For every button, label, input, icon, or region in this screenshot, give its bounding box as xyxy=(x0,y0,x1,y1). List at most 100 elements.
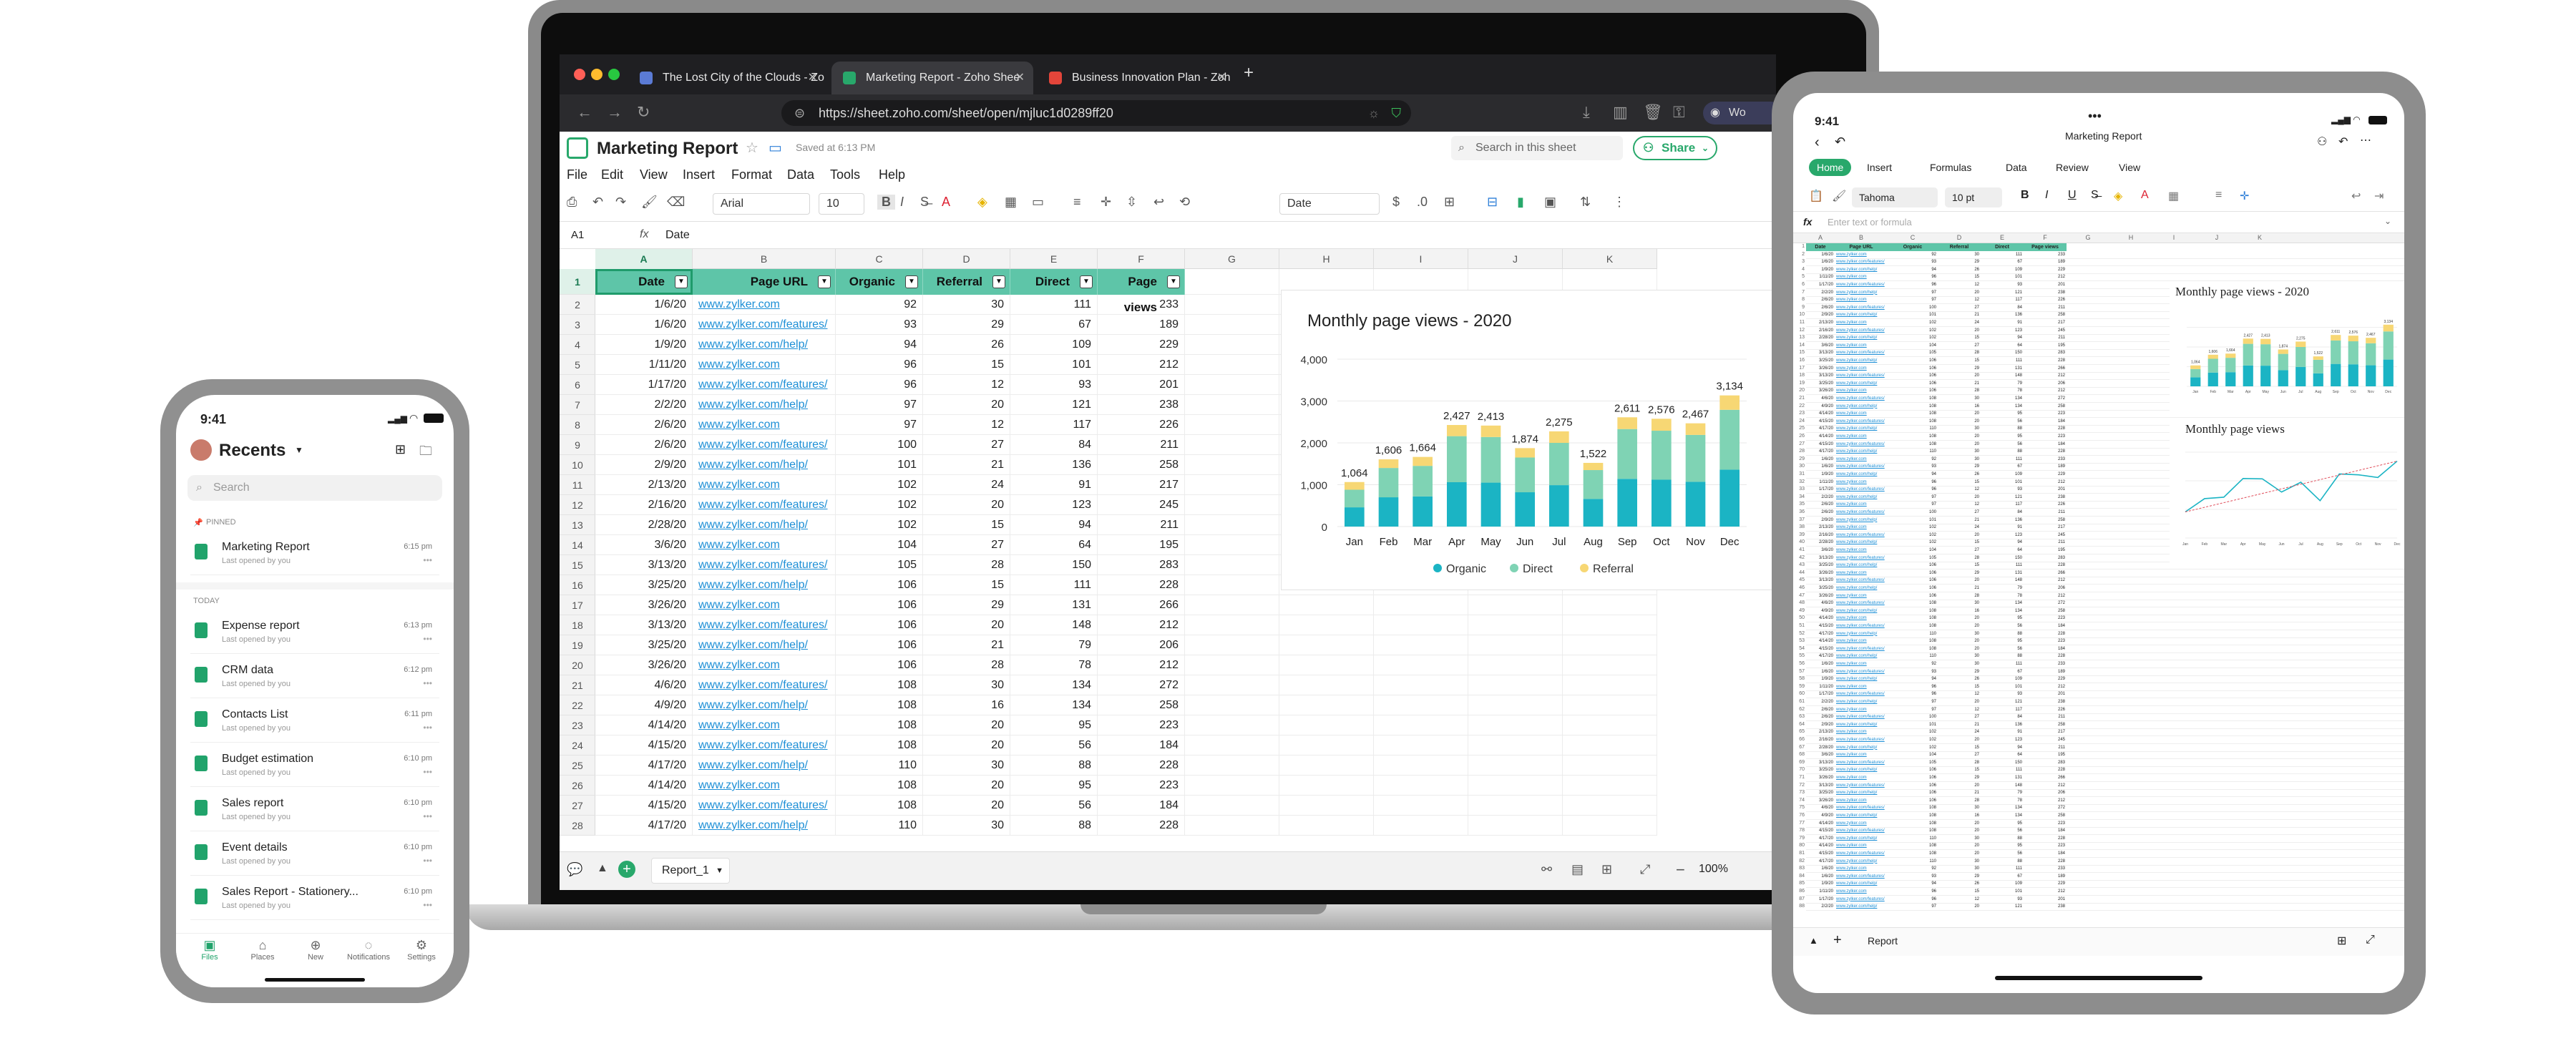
table-cell[interactable]: 4/15/20 xyxy=(1806,645,1835,653)
empty-cell[interactable] xyxy=(1185,595,1279,615)
empty-cell[interactable] xyxy=(1374,816,1468,836)
url-link-cell[interactable]: www.zylker.com xyxy=(1835,660,1888,668)
empty-cell[interactable] xyxy=(1468,675,1563,695)
new-tab-icon[interactable]: + xyxy=(1244,63,1254,83)
table-cell[interactable]: 20 xyxy=(1938,820,1981,828)
table-cell[interactable]: 30 xyxy=(1938,630,1981,638)
bar-segment-referral[interactable] xyxy=(1549,431,1569,443)
bar-segment-organic[interactable] xyxy=(1345,507,1365,527)
table-cell[interactable]: 212 xyxy=(2024,577,2067,585)
empty-cell[interactable] xyxy=(1185,375,1279,395)
table-cell[interactable]: 228 xyxy=(2024,357,2067,365)
table-cell[interactable]: 108 xyxy=(1888,842,1938,850)
currency-icon[interactable]: $ xyxy=(1392,195,1400,210)
table-cell[interactable]: 16 xyxy=(1938,812,1981,820)
table-cell[interactable]: 105 xyxy=(1888,554,1938,562)
table-cell[interactable]: 96 xyxy=(1888,486,1938,494)
empty-cell[interactable] xyxy=(1279,816,1374,836)
filter-dropdown-icon[interactable]: ▼ xyxy=(1167,275,1180,288)
table-cell[interactable]: 2/16/20 xyxy=(1806,736,1835,744)
table-cell[interactable]: 3/25/20 xyxy=(1806,357,1835,365)
paste-icon[interactable]: 📋 xyxy=(1809,189,1823,203)
filter-dropdown-icon[interactable]: ▼ xyxy=(992,275,1005,288)
table-cell[interactable]: 110 xyxy=(1888,652,1938,660)
table-cell[interactable]: 245 xyxy=(1098,495,1185,515)
table-cell[interactable]: 102 xyxy=(1888,334,1938,342)
table-cell[interactable]: 97 xyxy=(1888,296,1938,304)
table-cell[interactable]: 88 xyxy=(1010,816,1098,836)
table-cell[interactable]: 20 xyxy=(1938,433,1981,441)
table-cell[interactable]: 4/14/20 xyxy=(1806,637,1835,645)
redo-icon[interactable]: ↷ xyxy=(615,195,626,210)
row-header[interactable]: 38 xyxy=(1793,524,1805,532)
empty-cell[interactable] xyxy=(1185,535,1279,555)
bar-segment-referral[interactable] xyxy=(2225,353,2236,358)
table-cell[interactable]: 29 xyxy=(1938,668,1981,676)
row-header[interactable]: 81 xyxy=(1793,850,1805,858)
table-cell[interactable]: 206 xyxy=(1098,635,1185,655)
tablet-doc-title[interactable]: Marketing Report xyxy=(2065,130,2142,142)
row-header[interactable]: 76 xyxy=(1793,812,1805,820)
table-cell[interactable]: 272 xyxy=(1098,675,1185,695)
table-cell[interactable]: 28 xyxy=(1938,554,1981,562)
table-cell[interactable]: 102 xyxy=(1888,524,1938,532)
table-cell[interactable]: 2/6/20 xyxy=(1806,509,1835,517)
bar-segment-direct[interactable] xyxy=(1480,436,1501,483)
url-link-cell[interactable]: www.zylker.com/features/ xyxy=(1835,395,1888,403)
table-cell[interactable]: 4/17/20 xyxy=(1806,835,1835,843)
bar-segment-direct[interactable] xyxy=(2348,341,2358,365)
row-header[interactable]: 37 xyxy=(1793,517,1805,524)
bar-segment-organic[interactable] xyxy=(2225,372,2236,386)
table-cell[interactable]: 111 xyxy=(1010,575,1098,595)
url-link-cell[interactable]: www.zylker.com xyxy=(1835,433,1888,441)
table-cell[interactable]: 136 xyxy=(1981,721,2024,729)
close-window-button[interactable] xyxy=(574,69,585,80)
underline-button[interactable]: U xyxy=(2068,189,2077,202)
table-cell[interactable]: 26 xyxy=(1938,880,1981,888)
table-cell[interactable]: 245 xyxy=(2024,532,2067,539)
table-cell[interactable]: 102 xyxy=(1888,532,1938,539)
table-cell[interactable]: 28 xyxy=(1938,759,1981,767)
url-link-cell[interactable]: www.zylker.com xyxy=(1835,342,1888,350)
table-cell[interactable]: 2/28/20 xyxy=(595,515,693,535)
table-cell[interactable]: 117 xyxy=(1981,706,2024,714)
table-cell[interactable]: 94 xyxy=(1888,471,1938,479)
table-cell[interactable]: 117 xyxy=(1981,501,2024,509)
empty-cell[interactable] xyxy=(1185,515,1279,535)
shield-icon[interactable]: ⛉ xyxy=(1392,100,1402,126)
url-link-cell[interactable]: www.zylker.com/features/ xyxy=(1835,782,1888,790)
empty-cell[interactable] xyxy=(1374,615,1468,635)
url-link-cell[interactable]: www.zylker.com/features/ xyxy=(1835,850,1888,858)
table-cell[interactable]: 228 xyxy=(2024,766,2067,774)
table-cell[interactable]: 30 xyxy=(1938,858,1981,866)
ribbon-tab-formulas[interactable]: Formulas xyxy=(1922,159,1979,176)
table-cell[interactable]: 223 xyxy=(2024,433,2067,441)
bar-segment-organic[interactable] xyxy=(1447,481,1467,527)
table-cell[interactable]: 4/14/20 xyxy=(1806,820,1835,828)
table-cell[interactable]: 4/6/20 xyxy=(1806,804,1835,812)
forward-icon[interactable]: → xyxy=(607,103,623,122)
table-cell[interactable]: 29 xyxy=(1938,569,1981,577)
empty-cell[interactable] xyxy=(1185,655,1279,675)
table-cell[interactable]: 2/2/20 xyxy=(1806,698,1835,706)
url-link-cell[interactable]: www.zylker.com xyxy=(693,655,836,675)
table-cell[interactable]: 4/6/20 xyxy=(1806,395,1835,403)
url-link-cell[interactable]: www.zylker.com xyxy=(1835,706,1888,714)
row-header[interactable]: 62 xyxy=(1793,706,1805,714)
column-header[interactable]: A xyxy=(1806,234,1835,241)
table-cell[interactable]: 109 xyxy=(1010,335,1098,355)
table-cell[interactable]: 21 xyxy=(1938,789,1981,797)
table-cell[interactable]: 212 xyxy=(2024,372,2067,380)
url-link-cell[interactable]: www.zylker.com/help/ xyxy=(693,695,836,715)
table-cell[interactable]: 106 xyxy=(836,595,923,615)
table-cell[interactable]: 108 xyxy=(836,735,923,756)
table-cell[interactable]: 283 xyxy=(2024,759,2067,767)
table-cell[interactable]: 211 xyxy=(2024,334,2067,342)
table-cell[interactable]: 206 xyxy=(2024,380,2067,388)
table-cell[interactable]: 110 xyxy=(1888,858,1938,866)
row-header[interactable]: 48 xyxy=(1793,600,1805,607)
file-list-item[interactable]: CRM data Last opened by you 6:12 pm ••• xyxy=(190,658,439,698)
table-cell[interactable]: 20 xyxy=(923,796,1010,816)
table-cell[interactable]: 4/15/20 xyxy=(595,796,693,816)
table-cell[interactable]: 3/26/20 xyxy=(1806,592,1835,600)
